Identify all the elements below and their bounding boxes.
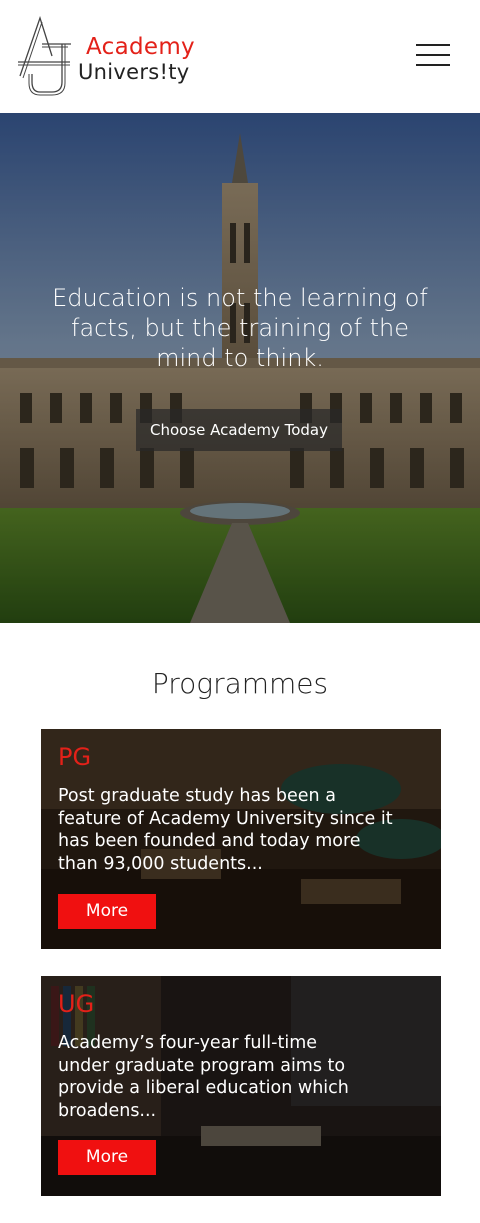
programmes-title: Programmes (151, 667, 329, 700)
hero-quote: Education is not the learning of facts, … (52, 284, 428, 372)
logo-line-university: Univers!ty (78, 60, 190, 84)
pg-more-button[interactable]: More (58, 894, 156, 929)
programme-title-pg: PG (58, 743, 92, 771)
logo-wordmark: Academy Univers!ty (78, 36, 195, 83)
academy-logo[interactable]: Academy Univers!ty (16, 16, 216, 96)
programme-description-ug: Academy’s four-year full-time under grad… (58, 1033, 349, 1121)
ug-more-button[interactable]: More (58, 1140, 156, 1175)
programmes-section: Programmes PG Post graduate study has be… (0, 623, 480, 1223)
menu-bar (416, 44, 450, 46)
hamburger-menu-icon[interactable] (416, 44, 450, 68)
menu-bar (416, 54, 450, 56)
logo-monogram-icon (18, 16, 71, 96)
hero-banner: Education is not the learning of facts, … (0, 113, 480, 623)
programme-description-pg: Post graduate study has been a feature o… (58, 786, 393, 874)
site-header: Academy Univers!ty (0, 0, 480, 113)
programme-card-pg[interactable]: PG Post graduate study has been a featur… (41, 729, 441, 949)
programme-title-ug: UG (58, 990, 95, 1018)
choose-academy-button[interactable]: Choose Academy Today (136, 409, 342, 451)
menu-bar (416, 64, 450, 66)
programme-card-ug[interactable]: UG Academy’s four-year full-time under g… (41, 976, 441, 1196)
logo-line-academy: Academy (86, 34, 195, 60)
